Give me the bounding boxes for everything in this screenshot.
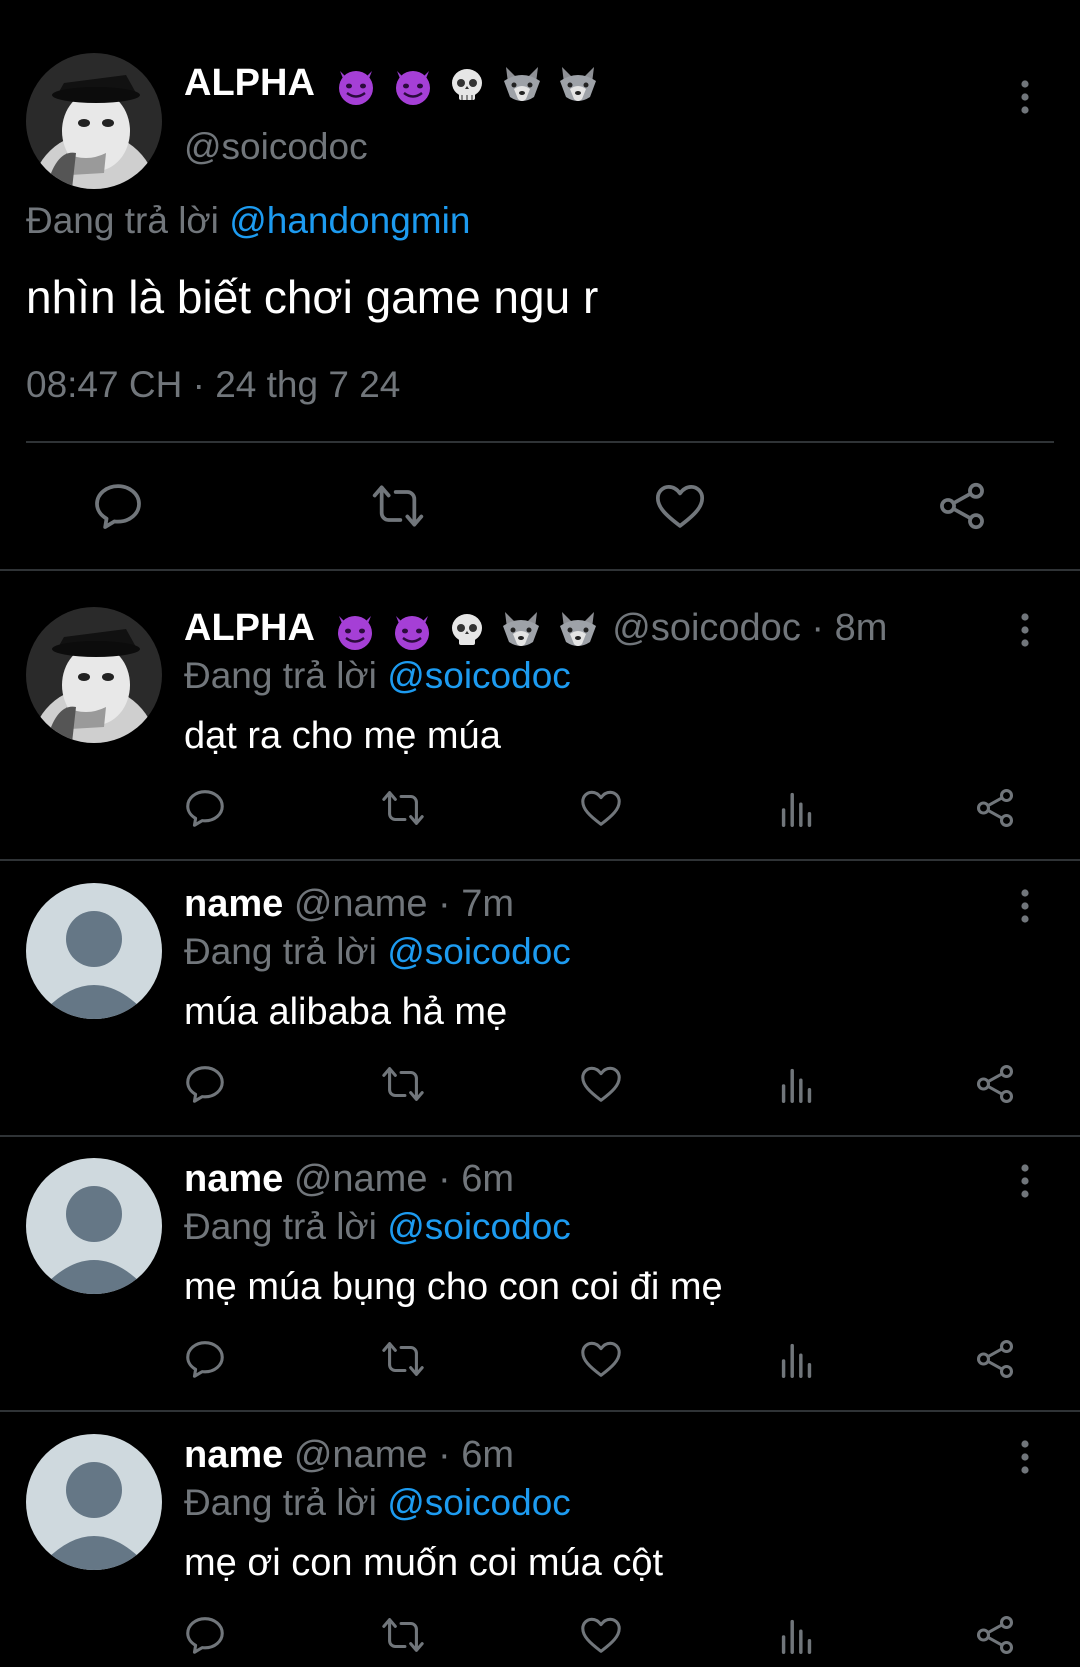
- handle[interactable]: @soicodoc: [184, 126, 368, 168]
- tweet-text: mẹ ơi con muốn coi múa cột: [184, 1542, 664, 1584]
- retweet-icon[interactable]: [380, 1336, 426, 1382]
- tweet-text: múa alibaba hả mẹ: [184, 991, 508, 1033]
- tweet-text: mẹ múa bụng cho con coi đi mẹ: [184, 1266, 723, 1308]
- display-name-text: ALPHA: [184, 62, 314, 104]
- reply-tweet[interactable]: name @name · 6m Đang trả lời @soicodoc m…: [0, 1398, 1080, 1667]
- reply-tweet[interactable]: name @name · 7m Đang trả lời @soicodoc m…: [0, 847, 1080, 1135]
- handle-time[interactable]: @name · 7m: [294, 883, 514, 925]
- retweet-icon[interactable]: [370, 478, 426, 534]
- replying-prefix: Đang trả lời: [26, 200, 219, 241]
- analytics-icon[interactable]: [774, 1336, 820, 1382]
- more-options-icon[interactable]: [1010, 611, 1040, 651]
- display-name[interactable]: name: [184, 1434, 283, 1476]
- smiling-devil-emoji: [339, 71, 374, 106]
- replying-to: Đang trả lời @soicodoc: [184, 655, 571, 697]
- wolf-avatar[interactable]: [26, 53, 162, 189]
- tweet-timestamp[interactable]: 08:47 CH · 24 thg 7 24: [26, 364, 400, 406]
- retweet-icon[interactable]: [380, 1612, 426, 1658]
- reply-header: name @name · 6m: [184, 1434, 514, 1477]
- like-icon[interactable]: [578, 1612, 624, 1658]
- wolf-emoji: [560, 67, 597, 102]
- analytics-icon[interactable]: [774, 1612, 820, 1658]
- replying-to-link[interactable]: @soicodoc: [387, 1482, 571, 1523]
- smiling-devil-emoji: [395, 71, 430, 106]
- share-icon[interactable]: [972, 1612, 1018, 1658]
- handle-time[interactable]: @name · 6m: [294, 1434, 514, 1476]
- default-avatar[interactable]: [26, 883, 162, 1019]
- like-icon[interactable]: [652, 478, 708, 534]
- reply-icon[interactable]: [90, 478, 146, 534]
- replying-to-link[interactable]: @soicodoc: [387, 931, 571, 972]
- tweet-text: dạt ra cho mẹ múa: [184, 715, 501, 757]
- replying-to: Đang trả lời @soicodoc: [184, 1206, 571, 1248]
- wolf-emoji: [503, 612, 540, 647]
- reply-header: name @name · 7m: [184, 883, 514, 926]
- reply-icon[interactable]: [182, 1336, 228, 1382]
- wolf-emoji: [503, 67, 540, 102]
- more-options-icon[interactable]: [1010, 78, 1040, 118]
- tweet-text: nhìn là biết chơi game ngu r: [26, 271, 599, 323]
- replying-to-link[interactable]: @handongmin: [229, 200, 470, 241]
- handle-time[interactable]: @name · 6m: [294, 1158, 514, 1200]
- default-avatar[interactable]: [26, 1434, 162, 1570]
- reply-header: name @name · 6m: [184, 1158, 514, 1201]
- share-icon[interactable]: [972, 1336, 1018, 1382]
- display-name[interactable]: name: [184, 1158, 283, 1200]
- analytics-icon[interactable]: [774, 1061, 820, 1107]
- reply-icon[interactable]: [182, 1612, 228, 1658]
- analytics-icon[interactable]: [774, 785, 820, 831]
- divider: [26, 441, 1054, 443]
- name-emojis: [334, 62, 602, 107]
- smiling-devil-emoji: [338, 616, 373, 651]
- wolf-emoji: [559, 612, 596, 647]
- share-icon[interactable]: [972, 1061, 1018, 1107]
- more-options-icon[interactable]: [1010, 887, 1040, 927]
- reply-icon[interactable]: [182, 1061, 228, 1107]
- replying-to-link[interactable]: @soicodoc: [387, 1206, 571, 1247]
- display-name[interactable]: ALPHA: [184, 607, 315, 649]
- replying-to-link[interactable]: @soicodoc: [387, 655, 571, 696]
- more-options-icon[interactable]: [1010, 1162, 1040, 1202]
- replying-prefix: Đang trả lời: [184, 655, 377, 696]
- replying-to: Đang trả lời @soicodoc: [184, 1482, 571, 1524]
- replying-to: Đang trả lời @soicodoc: [184, 931, 571, 973]
- name-emojis: [333, 607, 601, 652]
- wolf-avatar[interactable]: [26, 607, 162, 743]
- reply-header: ALPHA @soicodoc · 8m: [184, 607, 887, 652]
- default-avatar[interactable]: [26, 1158, 162, 1294]
- display-name[interactable]: ALPHA: [184, 62, 602, 107]
- skull-emoji: [451, 614, 482, 646]
- skull-emoji: [452, 69, 483, 101]
- reply-icon[interactable]: [182, 785, 228, 831]
- retweet-icon[interactable]: [380, 1061, 426, 1107]
- like-icon[interactable]: [578, 1336, 624, 1382]
- more-options-icon[interactable]: [1010, 1438, 1040, 1478]
- reply-tweet[interactable]: name @name · 6m Đang trả lời @soicodoc m…: [0, 1122, 1080, 1410]
- reply-tweet[interactable]: ALPHA @soicodoc · 8m Đang trả lời @soico…: [0, 571, 1080, 859]
- like-icon[interactable]: [578, 785, 624, 831]
- replying-prefix: Đang trả lời: [184, 931, 377, 972]
- replying-to: Đang trả lời @handongmin: [26, 200, 470, 242]
- display-name[interactable]: name: [184, 883, 283, 925]
- share-icon[interactable]: [934, 478, 990, 534]
- share-icon[interactable]: [972, 785, 1018, 831]
- like-icon[interactable]: [578, 1061, 624, 1107]
- smiling-devil-emoji: [395, 616, 430, 651]
- main-tweet: ALPHA @soicodoc Đang trả lời @handongmin…: [0, 0, 1080, 570]
- retweet-icon[interactable]: [380, 785, 426, 831]
- replying-prefix: Đang trả lời: [184, 1206, 377, 1247]
- handle-time[interactable]: @soicodoc · 8m: [612, 607, 887, 649]
- replying-prefix: Đang trả lời: [184, 1482, 377, 1523]
